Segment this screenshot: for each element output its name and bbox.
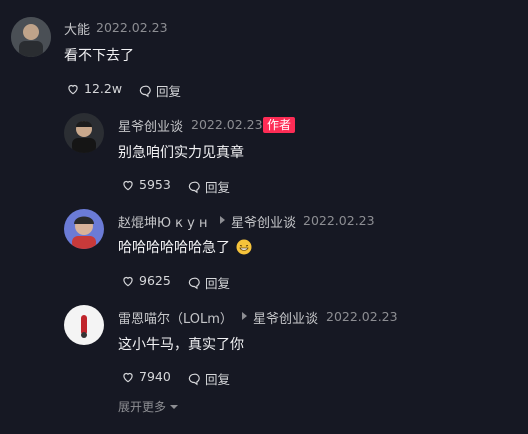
reply-username[interactable]: 雷恩喵尔（LOLm）: [118, 308, 233, 327]
like-count: 5953: [139, 177, 171, 192]
like-button[interactable]: 9625: [121, 273, 171, 288]
comment-icon: [139, 85, 151, 97]
author-badge: 作者: [263, 117, 296, 133]
heart-icon: [123, 180, 133, 190]
avatar[interactable]: [64, 209, 104, 249]
reply-button[interactable]: 回复: [187, 177, 230, 196]
reply-label: 回复: [205, 180, 231, 195]
comment-icon: [188, 181, 200, 193]
reply-username[interactable]: 赵焜坤Ю к у н: [118, 212, 207, 231]
chevron-down-icon: [170, 404, 179, 409]
reply-date: 2022.02.23: [326, 309, 398, 324]
comment-icon: [188, 277, 200, 289]
reply-to-username[interactable]: 星爷创业谈: [253, 308, 318, 327]
reply-button[interactable]: 回复: [187, 369, 230, 388]
reply-text-content: 哈哈哈哈哈哈急了: [118, 240, 230, 256]
heart-icon: [123, 276, 133, 286]
comment-username[interactable]: 大能: [64, 19, 90, 38]
reply-label: 回复: [205, 276, 231, 291]
triangle-right-icon: [242, 312, 247, 320]
like-count: 9625: [139, 273, 171, 288]
heart-icon: [123, 372, 133, 382]
expand-more-label: 展开更多: [118, 400, 167, 414]
reply-text: 哈哈哈哈哈哈急了: [118, 237, 252, 257]
avatar[interactable]: [64, 113, 104, 153]
reply-button[interactable]: 回复: [187, 273, 230, 292]
like-button[interactable]: 12.2w: [66, 81, 122, 96]
reply-date: 2022.02.23: [191, 117, 263, 132]
grin-emoji-icon: [236, 239, 252, 255]
reply-to-username[interactable]: 星爷创业谈: [231, 212, 296, 231]
reply-username[interactable]: 星爷创业谈: [118, 116, 183, 135]
avatar[interactable]: [64, 305, 104, 345]
triangle-right-icon: [220, 216, 225, 224]
reply-label: 回复: [156, 84, 182, 99]
reply-button[interactable]: 回复: [138, 81, 181, 100]
like-button[interactable]: 7940: [121, 369, 171, 384]
reply-label: 回复: [205, 372, 231, 387]
comment-text: 看不下去了: [64, 48, 134, 64]
reply-text: 这小牛马，真实了你: [118, 337, 244, 353]
comment-icon: [188, 373, 200, 385]
like-count: 12.2w: [84, 81, 123, 96]
like-count: 7940: [139, 369, 171, 384]
avatar[interactable]: [11, 17, 51, 57]
heart-icon: [68, 84, 78, 94]
like-button[interactable]: 5953: [121, 177, 171, 192]
reply-text: 别急咱们实力见真章: [118, 145, 244, 161]
expand-more-button[interactable]: 展开更多: [118, 398, 179, 415]
comment-date: 2022.02.23: [96, 20, 168, 35]
reply-date: 2022.02.23: [303, 213, 375, 228]
